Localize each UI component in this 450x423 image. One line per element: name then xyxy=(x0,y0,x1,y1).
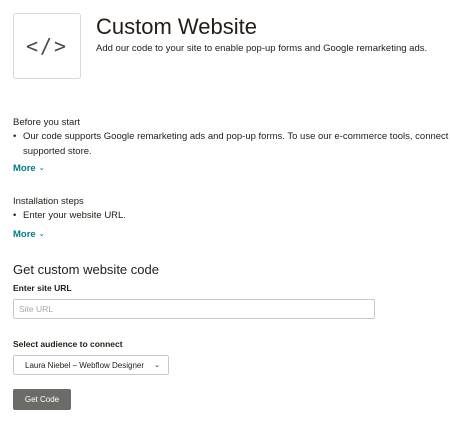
before-you-start-heading: Before you start xyxy=(13,117,81,128)
bullet-icon: • xyxy=(13,131,17,142)
bullet-icon: • xyxy=(13,210,17,221)
get-code-button[interactable]: Get Code xyxy=(13,389,71,410)
code-logo-icon: </> xyxy=(13,13,81,79)
site-url-label: Enter site URL xyxy=(13,283,72,293)
more-label: More xyxy=(13,163,36,174)
chevron-down-icon: ⌄ xyxy=(154,362,160,369)
audience-select[interactable]: Laura Niebel – Webflow Designer ⌄ xyxy=(13,355,169,375)
bullet-text-line1: Our code supports Google remarketing ads… xyxy=(23,131,449,142)
audience-label: Select audience to connect xyxy=(13,339,123,349)
installation-steps-bullet: • Enter your website URL. xyxy=(13,208,450,223)
form-title: Get custom website code xyxy=(13,262,159,277)
installation-steps-heading: Installation steps xyxy=(13,196,84,207)
more-label: More xyxy=(13,229,36,240)
site-url-input[interactable] xyxy=(13,299,375,319)
installation-steps-more-link[interactable]: More ⌄ xyxy=(13,229,45,240)
code-glyph: </> xyxy=(25,34,69,58)
before-you-start-bullet: • Our code supports Google remarketing ad… xyxy=(13,129,450,159)
audience-selected-value: Laura Niebel – Webflow Designer xyxy=(25,360,145,370)
chevron-down-icon: ⌄ xyxy=(38,231,45,238)
chevron-down-icon: ⌄ xyxy=(38,165,45,172)
before-you-start-more-link[interactable]: More ⌄ xyxy=(13,163,45,174)
bullet-text-line2: supported store. xyxy=(23,146,92,157)
page-subtitle: Add our code to your site to enable pop-… xyxy=(96,43,428,54)
page-title: Custom Website xyxy=(96,14,257,39)
bullet-text: Enter your website URL. xyxy=(23,210,126,221)
